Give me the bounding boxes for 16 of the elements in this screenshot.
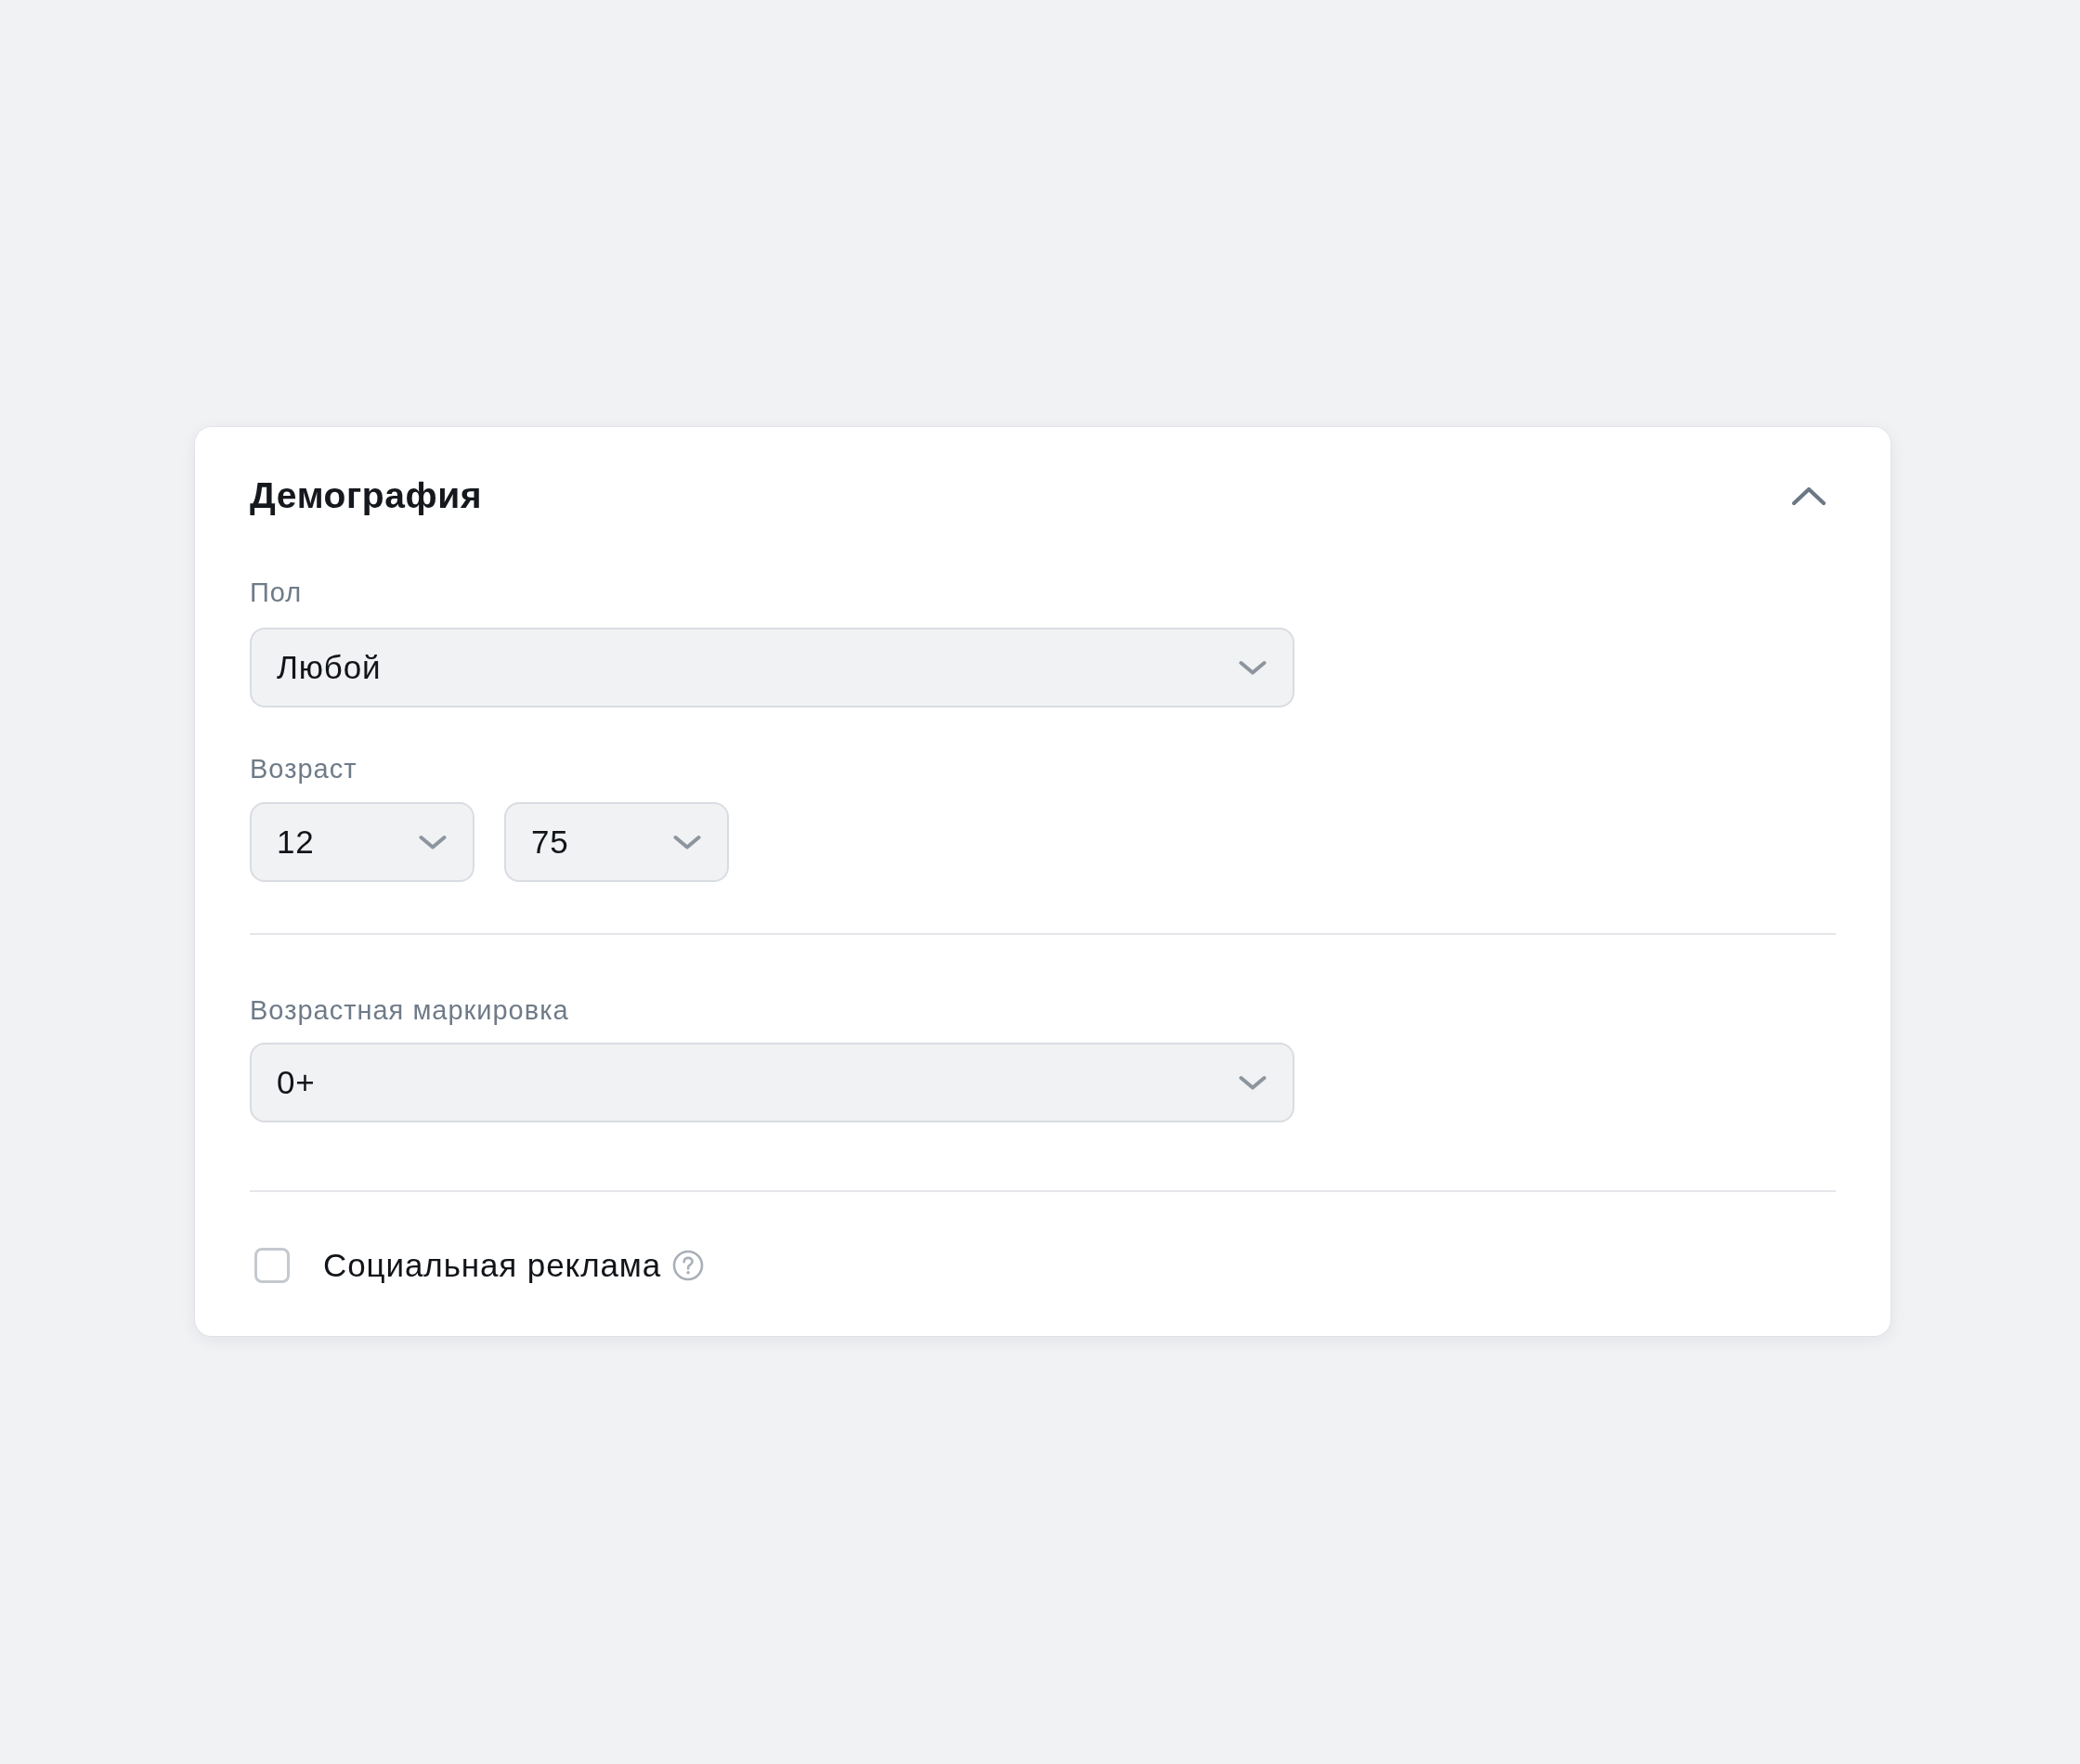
age-rating-select[interactable]: 0+ (250, 1043, 1294, 1122)
chevron-down-icon (673, 834, 701, 850)
field-label: Возраст (250, 753, 358, 785)
gender-select[interactable]: Любой (250, 628, 1294, 707)
chevron-down-icon (1239, 1074, 1267, 1091)
chevron-up-icon[interactable] (1791, 486, 1826, 506)
age-to-select[interactable]: 75 (504, 802, 729, 882)
section-title: Демография (250, 474, 483, 517)
field-label: Пол (250, 577, 304, 609)
chevron-down-icon (419, 834, 447, 850)
chevron-down-icon (1239, 659, 1267, 676)
age-from-select[interactable]: 12 (250, 802, 474, 882)
help-icon[interactable] (672, 1250, 705, 1281)
checkbox-label: Социальная реклама (323, 1247, 662, 1284)
field-label: Возрастная маркировка (250, 994, 570, 1027)
checkbox[interactable] (254, 1248, 290, 1283)
